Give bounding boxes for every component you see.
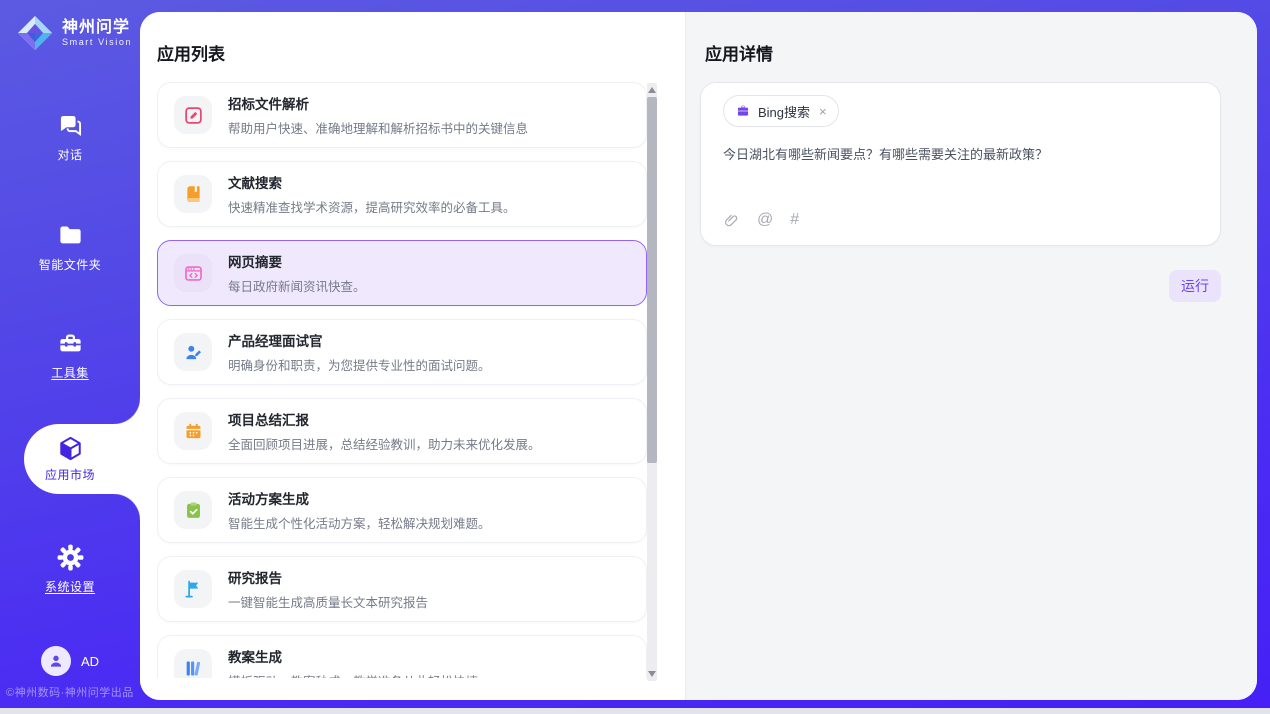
app-description: 每日政府新闻资讯快查。: [228, 276, 366, 295]
avatar: [41, 646, 71, 676]
document-edit-icon: [183, 105, 204, 126]
app-icon-chip: [174, 96, 212, 134]
app-card-tender-analysis[interactable]: 招标文件解析 帮助用户快速、准确地理解和解析招标书中的关键信息: [157, 82, 647, 148]
tag-close-icon[interactable]: ×: [819, 104, 827, 119]
app-card-event-plan[interactable]: 活动方案生成 智能生成个性化活动方案，轻松解决规划难题。: [157, 477, 647, 543]
app-background: 神州问学 Smart Vision 对话 智能文件夹: [0, 0, 1270, 708]
prompt-toolbar: @ #: [723, 211, 799, 229]
app-name: 活动方案生成: [228, 488, 491, 508]
logo-subtitle: Smart Vision: [62, 37, 132, 47]
folder-icon: [57, 222, 84, 249]
app-description: 快速精准查找学术资源，提高研究效率的必备工具。: [228, 197, 516, 216]
app-detail-pane: 应用详情 Bing搜索 × 今日湖北有哪些新闻要点？有哪些需要关注的最新政策？: [686, 12, 1257, 700]
mention-icon[interactable]: @: [757, 211, 773, 229]
prompt-card[interactable]: Bing搜索 × 今日湖北有哪些新闻要点？有哪些需要关注的最新政策？ @ #: [700, 82, 1221, 246]
books-icon: [183, 658, 204, 679]
app-list-pane: 应用列表 招标文件解析 帮助用户快速、准确地理解和解析招标书中的关键信息: [140, 12, 686, 700]
app-name: 网页摘要: [228, 251, 366, 271]
interviewer-icon: [183, 342, 204, 363]
cube-icon: [57, 435, 84, 462]
app-detail-title: 应用详情: [705, 40, 773, 65]
tool-tag-bing-search[interactable]: Bing搜索 ×: [723, 95, 839, 127]
app-card-web-summary[interactable]: 网页摘要 每日政府新闻资讯快查。: [157, 240, 647, 306]
toolbox-icon: [57, 330, 84, 357]
chat-icon: [57, 112, 84, 139]
sidebar-item-smart-folder[interactable]: 智能文件夹: [0, 222, 140, 273]
app-logo: 神州问学 Smart Vision: [16, 14, 132, 52]
sidebar-item-chat[interactable]: 对话: [0, 112, 140, 163]
app-description: 明确身份和职责，为您提供专业性的面试问题。: [228, 355, 491, 374]
clipboard-check-icon: [183, 500, 204, 521]
briefcase-icon: [735, 103, 751, 119]
app-icon-chip: [174, 254, 212, 292]
app-card-research-report[interactable]: 研究报告 一键智能生成高质量长文本研究报告: [157, 556, 647, 622]
scroll-up-icon[interactable]: [648, 87, 656, 93]
app-name: 文献搜索: [228, 172, 516, 192]
app-description: 智能生成个性化活动方案，轻松解决规划难题。: [228, 513, 491, 532]
app-name: 招标文件解析: [228, 93, 528, 113]
app-icon-chip: [174, 491, 212, 529]
sidebar-item-label: 工具集: [51, 364, 89, 381]
app-name: 教案生成: [228, 646, 478, 666]
web-code-icon: [183, 263, 204, 284]
app-description: 全面回顾项目进展，总结经验教训，助力未来优化发展。: [228, 434, 541, 453]
app-card-project-summary[interactable]: 项目总结汇报 全面回顾项目进展，总结经验教训，助力未来优化发展。: [157, 398, 647, 464]
main-panel: 应用列表 招标文件解析 帮助用户快速、准确地理解和解析招标书中的关键信息: [140, 12, 1257, 700]
calendar-icon: [183, 421, 204, 442]
sidebar: 神州问学 Smart Vision 对话 智能文件夹: [0, 0, 140, 708]
scroll-down-icon[interactable]: [648, 671, 656, 677]
app-icon-chip: [174, 175, 212, 213]
sidebar-item-settings[interactable]: 系统设置: [0, 544, 140, 595]
app-card-literature-search[interactable]: 文献搜索 快速精准查找学术资源，提高研究效率的必备工具。: [157, 161, 647, 227]
scrollbar-thumb[interactable]: [647, 97, 657, 463]
app-icon-chip: [174, 649, 212, 678]
app-list-title: 应用列表: [157, 40, 225, 65]
app-icon-chip: [174, 570, 212, 608]
app-description: 模板驱动，教案秒成，教学准备从此轻松快捷: [228, 671, 478, 678]
copyright-credit: ©神州数码·神州问学出品: [6, 684, 134, 700]
sidebar-item-toolset[interactable]: 工具集: [0, 330, 140, 381]
app-icon-chip: [174, 412, 212, 450]
logo-title: 神州问学: [62, 19, 132, 37]
app-list-scrollbar[interactable]: [647, 83, 657, 681]
sidebar-item-app-market[interactable]: 应用市场: [24, 424, 140, 494]
report-flag-icon: [183, 579, 204, 600]
book-icon: [183, 184, 204, 205]
app-name: 产品经理面试官: [228, 330, 491, 350]
app-card-pm-interviewer[interactable]: 产品经理面试官 明确身份和职责，为您提供专业性的面试问题。: [157, 319, 647, 385]
hash-icon[interactable]: #: [790, 211, 799, 229]
app-card-lesson-plan[interactable]: 教案生成 模板驱动，教案秒成，教学准备从此轻松快捷: [157, 635, 647, 678]
user-account[interactable]: AD: [0, 646, 140, 676]
sidebar-item-label: 对话: [57, 146, 82, 163]
sidebar-item-label: 智能文件夹: [39, 256, 102, 273]
sidebar-item-label: 应用市场: [45, 466, 95, 483]
user-name: AD: [81, 654, 99, 669]
gear-icon: [57, 544, 84, 571]
app-name: 项目总结汇报: [228, 409, 541, 429]
app-description: 一键智能生成高质量长文本研究报告: [228, 592, 428, 611]
paperclip-icon[interactable]: [723, 212, 740, 229]
sidebar-item-label: 系统设置: [45, 578, 95, 595]
person-icon: [47, 652, 65, 670]
logo-diamond-icon: [16, 14, 54, 52]
app-card-list: 招标文件解析 帮助用户快速、准确地理解和解析招标书中的关键信息 文献搜索: [157, 82, 647, 678]
tag-label: Bing搜索: [758, 102, 810, 121]
app-description: 帮助用户快速、准确地理解和解析招标书中的关键信息: [228, 118, 528, 137]
app-name: 研究报告: [228, 567, 428, 587]
run-button[interactable]: 运行: [1169, 270, 1221, 302]
prompt-input[interactable]: 今日湖北有哪些新闻要点？有哪些需要关注的最新政策？: [723, 145, 1198, 164]
app-icon-chip: [174, 333, 212, 371]
